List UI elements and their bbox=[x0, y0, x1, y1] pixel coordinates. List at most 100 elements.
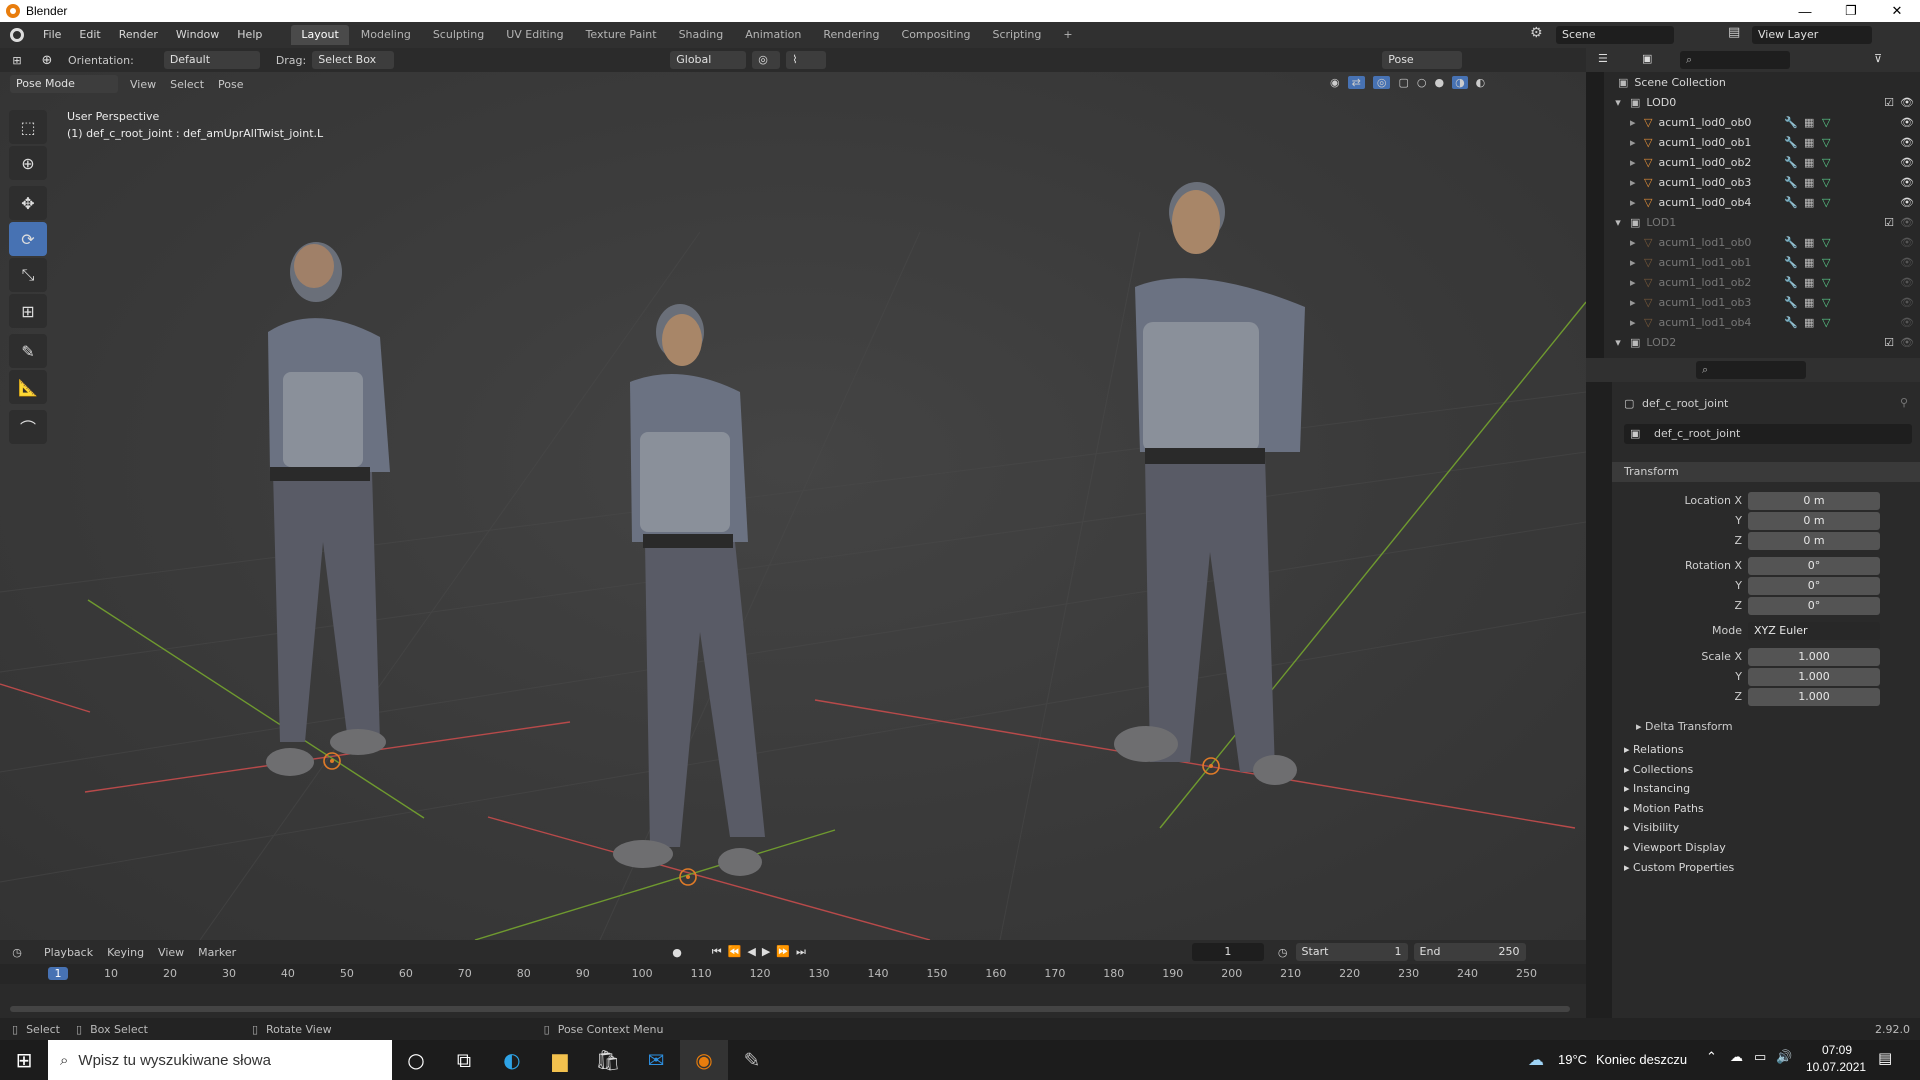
restore-button[interactable]: ❐ bbox=[1828, 0, 1874, 22]
blender-menu-icon[interactable] bbox=[0, 28, 34, 42]
display-mode-icon[interactable]: ☰ bbox=[1598, 52, 1608, 65]
pin-icon[interactable]: ⚲ bbox=[1900, 396, 1908, 409]
eye-icon[interactable]: 👁 bbox=[1900, 136, 1914, 149]
clock-time[interactable]: 07:09 bbox=[1822, 1043, 1852, 1057]
rotation-mode-dropdown[interactable]: XYZ Euler bbox=[1748, 622, 1880, 640]
eye-icon[interactable]: 👁 bbox=[1900, 96, 1914, 109]
menu-file[interactable]: File bbox=[34, 22, 70, 48]
record-icon[interactable]: ● bbox=[672, 946, 682, 959]
edge-icon[interactable]: ◐ bbox=[488, 1040, 536, 1080]
tab-animation[interactable]: Animation bbox=[735, 25, 811, 45]
expand-icon[interactable]: ▸ bbox=[1630, 316, 1640, 329]
close-button[interactable]: ✕ bbox=[1874, 0, 1920, 22]
volume-icon[interactable]: 🔊 bbox=[1776, 1050, 1792, 1065]
tab-sculpting[interactable]: Sculpting bbox=[423, 25, 494, 45]
rotation-z-field[interactable]: 0° bbox=[1748, 597, 1880, 615]
visibility-icon[interactable]: ◉ bbox=[1330, 76, 1340, 89]
exclude-checkbox[interactable]: ☑ bbox=[1884, 336, 1894, 349]
transform-tool-icon[interactable]: ⊞ bbox=[9, 294, 47, 328]
eye-icon[interactable]: 👁 bbox=[1900, 256, 1914, 269]
eye-icon[interactable]: 👁 bbox=[1900, 336, 1914, 349]
outliner-object-row[interactable]: ▸ ▽ acum1_lod1_ob1 🔧 ▦ ▽ 👁 bbox=[1612, 252, 1920, 272]
collection-row[interactable]: ▾ ▣ LOD1 ☑ 👁 bbox=[1612, 212, 1920, 232]
playhead-frame-label[interactable]: 1 bbox=[48, 967, 68, 980]
timeline-editor-icon[interactable]: ◷ bbox=[0, 946, 34, 959]
collection-row[interactable]: ▾ ▣ LOD2 ☑ 👁 bbox=[1612, 332, 1920, 352]
start-frame-field[interactable]: Start 1 bbox=[1295, 943, 1408, 961]
filter-view-icon[interactable]: ▣ bbox=[1642, 52, 1652, 65]
expand-icon[interactable]: ▸ bbox=[1630, 196, 1640, 209]
snap-icon[interactable]: ⌇ bbox=[786, 51, 827, 69]
menu-window[interactable]: Window bbox=[167, 22, 228, 48]
location-y-field[interactable]: 0 m bbox=[1748, 512, 1880, 530]
filter-icon[interactable]: ⊽ bbox=[1874, 52, 1882, 65]
outliner-object-row[interactable]: ▸ ▽ acum1_lod1_ob4 🔧 ▦ ▽ 👁 bbox=[1612, 312, 1920, 332]
move-tool-icon[interactable]: ✥ bbox=[9, 186, 47, 220]
eye-icon[interactable]: 👁 bbox=[1900, 216, 1914, 229]
expand-icon[interactable]: ▸ bbox=[1630, 236, 1640, 249]
outliner-object-row[interactable]: ▸ ▽ acum1_lod0_ob2 🔧 ▦ ▽ 👁 bbox=[1612, 152, 1920, 172]
expand-icon[interactable]: ▸ bbox=[1630, 256, 1640, 269]
location-x-field[interactable]: 0 m bbox=[1748, 492, 1880, 510]
timeline-scrollbar[interactable] bbox=[10, 1006, 1570, 1012]
eye-icon[interactable]: 👁 bbox=[1900, 156, 1914, 169]
3d-viewport[interactable]: User Perspective (1) def_c_root_joint : … bbox=[0, 72, 1586, 940]
transform-orientation-dropdown[interactable]: Global bbox=[670, 51, 747, 69]
expand-icon[interactable]: ▾ bbox=[1612, 216, 1624, 229]
network-icon[interactable]: ▭ bbox=[1754, 1050, 1766, 1065]
outliner-object-row[interactable]: ▸ ▽ acum1_lod0_ob0 🔧 ▦ ▽ 👁 bbox=[1612, 112, 1920, 132]
menu-render[interactable]: Render bbox=[110, 22, 167, 48]
pose-options-dropdown[interactable]: Pose Options bbox=[1382, 51, 1463, 84]
scale-tool-icon[interactable]: ⤡ bbox=[9, 258, 47, 292]
eye-icon[interactable]: 👁 bbox=[1900, 316, 1914, 329]
blender-taskbar-icon[interactable]: ◉ bbox=[680, 1040, 728, 1080]
shading-material-icon[interactable]: ◑ bbox=[1452, 76, 1468, 89]
bone-name-field[interactable]: ▣ def_c_root_joint bbox=[1624, 424, 1912, 444]
outliner-object-row[interactable]: ▸ ▽ acum1_lod0_ob3 🔧 ▦ ▽ 👁 bbox=[1612, 172, 1920, 192]
task-view-icon[interactable]: ⧉ bbox=[440, 1040, 488, 1080]
mail-icon[interactable]: ✉ bbox=[632, 1040, 680, 1080]
outliner-object-row[interactable]: ▸ ▽ acum1_lod1_ob3 🔧 ▦ ▽ 👁 bbox=[1612, 292, 1920, 312]
outliner-object-row[interactable]: ▸ ▽ acum1_lod0_ob1 🔧 ▦ ▽ 👁 bbox=[1612, 132, 1920, 152]
annotate-tool-icon[interactable]: ✎ bbox=[9, 334, 47, 368]
view-layer-icon[interactable]: ▤ bbox=[1728, 25, 1740, 40]
view-layer-selector[interactable]: View Layer bbox=[1752, 26, 1872, 44]
orientation-dropdown[interactable]: Default bbox=[163, 51, 260, 69]
end-frame-field[interactable]: End 250 bbox=[1413, 943, 1526, 961]
panel-section-custom-properties[interactable]: ▸ Custom Properties bbox=[1624, 861, 1734, 874]
scale-y-field[interactable]: 1.000 bbox=[1748, 668, 1880, 686]
shading-wireframe-icon[interactable]: ○ bbox=[1417, 76, 1427, 89]
clock-date[interactable]: 10.07.2021 bbox=[1806, 1060, 1866, 1074]
rotate-tool-icon[interactable]: ⟳ bbox=[9, 222, 47, 256]
menu-pose[interactable]: Pose bbox=[218, 78, 243, 91]
eye-icon[interactable]: 👁 bbox=[1900, 116, 1914, 129]
eye-icon[interactable]: 👁 bbox=[1900, 196, 1914, 209]
panel-section-instancing[interactable]: ▸ Instancing bbox=[1624, 782, 1690, 795]
playback-controls[interactable]: ⏮⏪◀▶⏩⏭ bbox=[712, 945, 812, 959]
tab-shading[interactable]: Shading bbox=[669, 25, 734, 45]
measure-tool-icon[interactable]: 📐 bbox=[9, 370, 47, 404]
outliner-object-row[interactable]: ▸ ▽ acum1_lod1_ob2 🔧 ▦ ▽ 👁 bbox=[1612, 272, 1920, 292]
notifications-icon[interactable]: ▤ bbox=[1878, 1049, 1892, 1067]
start-button-icon[interactable]: ⊞ bbox=[0, 1040, 48, 1080]
exclude-checkbox[interactable]: ☑ bbox=[1884, 216, 1894, 229]
keying-menu[interactable]: Keying bbox=[107, 946, 144, 959]
cortana-icon[interactable]: ○ bbox=[392, 1040, 440, 1080]
xray-icon[interactable]: ▢ bbox=[1398, 76, 1408, 89]
panel-section-motion-paths[interactable]: ▸ Motion Paths bbox=[1624, 802, 1704, 815]
location-z-field[interactable]: 0 m bbox=[1748, 532, 1880, 550]
gizmo-icon[interactable]: ⇄ bbox=[1347, 76, 1365, 89]
scale-z-field[interactable]: 1.000 bbox=[1748, 688, 1880, 706]
taskbar-search-input[interactable]: ⌕ Wpisz tu wyszukiwane słowa bbox=[48, 1040, 392, 1080]
current-frame-field[interactable]: 1 bbox=[1191, 943, 1264, 961]
add-workspace-button[interactable]: + bbox=[1053, 25, 1082, 45]
mode-dropdown[interactable]: Pose Mode bbox=[10, 75, 118, 93]
onedrive-icon[interactable]: ☁ bbox=[1730, 1050, 1743, 1065]
drag-dropdown[interactable]: Select Box bbox=[312, 51, 395, 69]
rotation-y-field[interactable]: 0° bbox=[1748, 577, 1880, 595]
menu-edit[interactable]: Edit bbox=[70, 22, 109, 48]
shading-solid-icon[interactable]: ● bbox=[1434, 76, 1444, 89]
rotation-x-field[interactable]: 0° bbox=[1748, 557, 1880, 575]
outliner-object-row[interactable]: ▸ ▽ acum1_lod1_ob0 🔧 ▦ ▽ 👁 bbox=[1612, 232, 1920, 252]
overlay-icon[interactable]: ◎ bbox=[1372, 76, 1391, 89]
